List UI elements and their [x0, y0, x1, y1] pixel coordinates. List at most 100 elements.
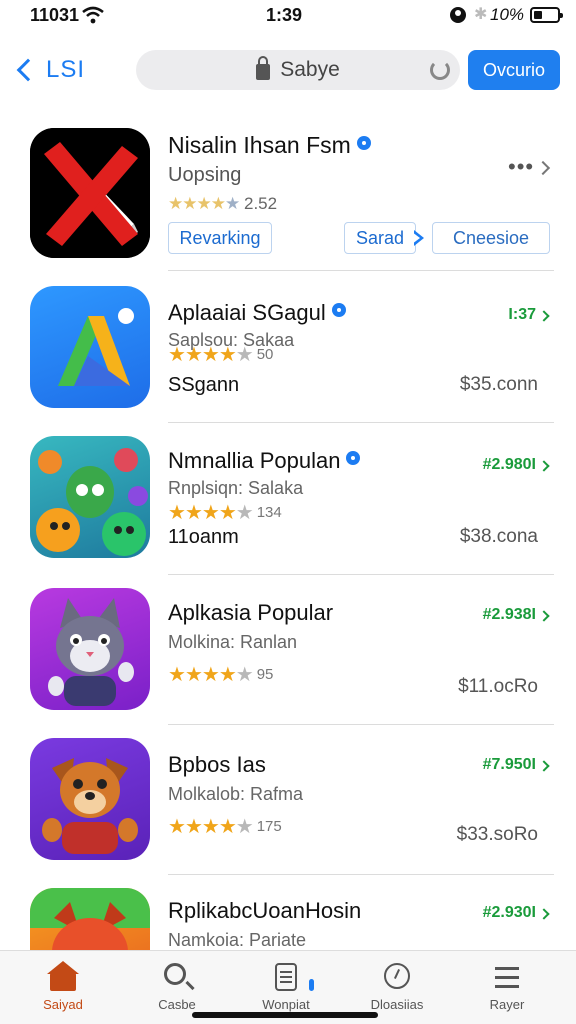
- star-filled-icon: ★: [201, 502, 220, 524]
- app-icon: [30, 888, 150, 950]
- verified-badge-icon: [346, 451, 361, 465]
- app-code[interactable]: #2.930I: [483, 904, 536, 922]
- app-list-item[interactable]: Nmnallia Populan Rnplsiqn: Salaka ★★★★★ 1…: [0, 422, 576, 572]
- tab-clock[interactable]: Dloasiias: [352, 961, 442, 1012]
- monster-characters-icon: [36, 448, 148, 556]
- app-code[interactable]: I:37: [508, 306, 536, 324]
- star-filled-icon: ★: [168, 344, 186, 366]
- document-icon: [270, 961, 302, 993]
- tab-label: Casbe: [158, 997, 196, 1012]
- cat-character-icon: [48, 598, 134, 706]
- featured-app-title: Nisalin Ihsan Fsm: [168, 132, 371, 159]
- arrow-right-icon: [412, 230, 424, 246]
- star-filled-icon: ★: [196, 194, 212, 213]
- tab-document[interactable]: Wonpiat: [241, 961, 331, 1012]
- chevron-right-icon: [538, 460, 550, 472]
- star-filled-icon: ★: [218, 816, 237, 838]
- app-code[interactable]: #2.938I: [483, 606, 536, 624]
- tab-search[interactable]: Casbe: [132, 961, 222, 1012]
- app-title: Bpbos Ias: [168, 752, 266, 777]
- star-filled-icon: ★: [168, 502, 186, 524]
- home-icon: [47, 961, 79, 993]
- search-icon: [161, 961, 193, 993]
- app-list-item[interactable]: Aplaaiai SGagul Saplsou: Sakaa ★★★★★ 50 S…: [0, 270, 576, 420]
- home-indicator[interactable]: [192, 1012, 378, 1018]
- wifi-icon: [82, 6, 104, 24]
- app-rating: ★★★★★ 50: [168, 342, 273, 367]
- rating-count: 2.52: [243, 194, 278, 213]
- status-time-left: 11031: [30, 5, 80, 25]
- star-filled-icon: ★: [218, 664, 237, 686]
- star-filled-icon: ★: [182, 194, 197, 213]
- app-list-item[interactable]: Bpbos Ias Molkalob: Rafma ★★★★★ 175 $33.s…: [0, 724, 576, 874]
- focus-mode-icon: [450, 7, 466, 23]
- app-logo-icon: [58, 308, 134, 386]
- app-subtitle: Molkina: Ranlan: [168, 632, 298, 652]
- star-filled-icon: ★: [184, 344, 203, 366]
- chevron-left-icon: [16, 58, 40, 82]
- battery-percentage: 10%: [490, 5, 525, 24]
- chip-button[interactable]: Cneesioe: [432, 222, 550, 254]
- star-filled-icon: ★: [201, 816, 220, 838]
- app-price[interactable]: $38.cona: [460, 526, 538, 548]
- rating-stars: ★★★★★: [168, 662, 254, 687]
- star-filled-icon: ★: [168, 664, 186, 686]
- star-filled-icon: ★: [210, 194, 226, 213]
- featured-app[interactable]: Nisalin Ihsan Fsm Uopsing ★★★★★ 2.52 •••…: [0, 118, 576, 268]
- app-list-item[interactable]: Aplkasia Popular Molkina: Ranlan ★★★★★ 95…: [0, 574, 576, 724]
- star-filled-icon: ★: [218, 502, 237, 524]
- app-rating: ★★★★★ 95: [168, 662, 273, 687]
- featured-app-icon: [30, 128, 150, 258]
- featured-app-rating: ★★★★★ 2.52: [168, 194, 277, 214]
- star-filled-icon: ★: [184, 664, 203, 686]
- app-subtitle: Rnplsiqn: Salaka: [168, 478, 304, 498]
- chevron-right-icon: [538, 310, 550, 322]
- app-price[interactable]: $33.soRo: [457, 824, 538, 846]
- tab-label: Saiyad: [43, 997, 83, 1012]
- dog-character-icon: [42, 758, 138, 854]
- chevron-right-icon: [538, 760, 550, 772]
- status-bar: 11031 1:39 ✱ 10%: [0, 0, 576, 30]
- rating-stars: ★★★★★: [168, 814, 254, 839]
- rating-count: 175: [256, 818, 282, 835]
- app-icon: [30, 738, 150, 860]
- chevron-right-icon[interactable]: [535, 160, 551, 176]
- tab-label: Wonpiat: [262, 997, 310, 1012]
- back-label: LSI: [46, 56, 86, 83]
- app-subtitle: Molkalob: Rafma: [168, 784, 304, 804]
- verified-badge-icon: [331, 303, 346, 317]
- app-icon: [30, 286, 150, 408]
- app-price[interactable]: $35.conn: [460, 374, 538, 396]
- app-left-price: SSgann: [168, 374, 240, 396]
- app-title: Aplaaiai SGagul: [168, 300, 346, 326]
- app-title: RplikabcUoanHosin: [168, 898, 362, 923]
- tab-menu[interactable]: Rayer: [462, 961, 552, 1012]
- app-title: Aplkasia Popular: [168, 600, 334, 625]
- chevron-right-icon: [538, 610, 550, 622]
- tab-home[interactable]: Saiyad: [18, 961, 108, 1012]
- app-price[interactable]: $11.ocRo: [458, 676, 538, 698]
- app-code[interactable]: #7.950I: [483, 756, 536, 774]
- open-button[interactable]: Ovcurio: [468, 50, 560, 90]
- reload-icon[interactable]: [430, 60, 450, 80]
- star-empty-icon: ★: [235, 816, 254, 838]
- featured-app-subtitle: Uopsing: [168, 164, 242, 186]
- star-filled-icon: ★: [218, 344, 237, 366]
- notification-dot-icon: [309, 979, 314, 991]
- back-button[interactable]: LSI: [14, 50, 85, 90]
- app-code[interactable]: #2.980I: [483, 456, 536, 474]
- app-list-item[interactable]: RplikabcUoanHosin Namkoia: Pariate #2.93…: [0, 874, 576, 950]
- more-options-icon[interactable]: •••: [508, 154, 534, 180]
- chip-button[interactable]: Revarking: [168, 222, 272, 254]
- fox-character-icon: [30, 888, 150, 950]
- star-empty-icon: ★: [235, 344, 254, 366]
- chip-button[interactable]: Sarad: [344, 222, 416, 254]
- app-title: Nmnallia Populan: [168, 448, 361, 474]
- status-time-center: 1:39: [266, 5, 303, 25]
- clock-icon: [381, 961, 413, 993]
- star-filled-icon: ★: [184, 502, 203, 524]
- address-bar[interactable]: Sabye: [136, 50, 460, 90]
- tab-label: Dloasiias: [370, 997, 424, 1012]
- star-filled-icon: ★: [201, 664, 220, 686]
- verified-badge-icon: [356, 136, 371, 150]
